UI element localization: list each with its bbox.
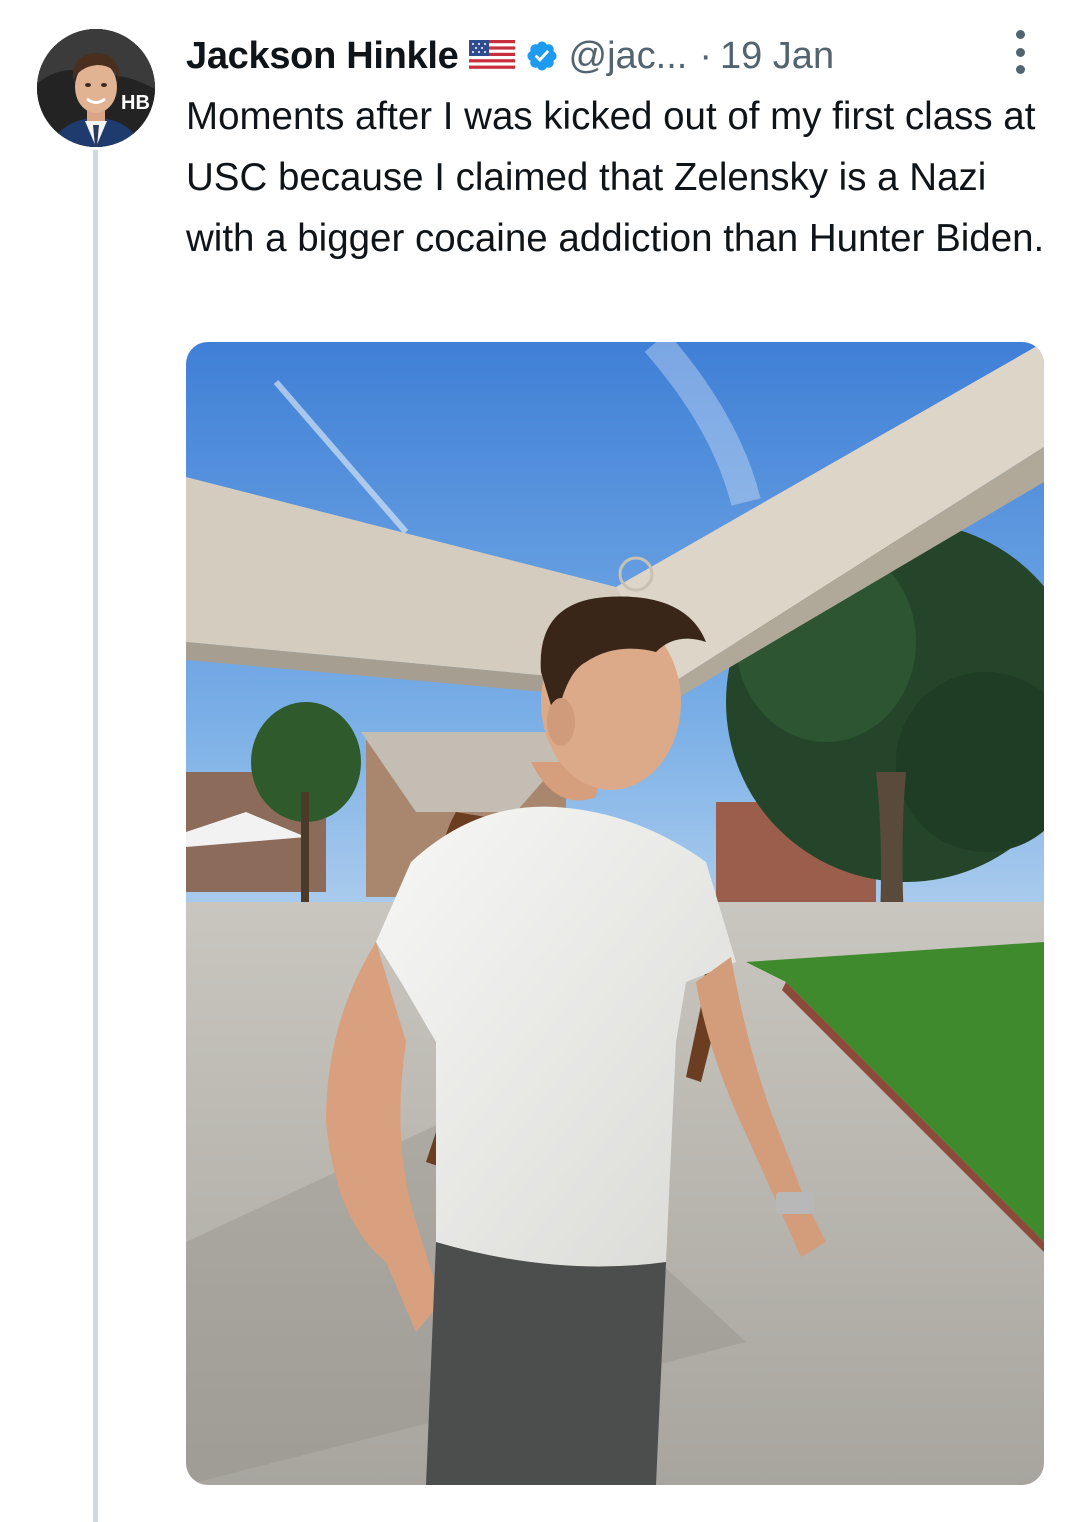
thread-line (93, 150, 98, 1522)
avatar-image: HB (37, 29, 155, 147)
more-dot (1015, 47, 1025, 57)
verified-badge-icon[interactable] (525, 39, 559, 73)
photo-illustration (186, 342, 1044, 1485)
tweet-date[interactable]: 19 Jan (720, 35, 834, 78)
more-options-icon[interactable] (1008, 30, 1032, 74)
tweet-text: Moments after I was kicked out of my fir… (186, 95, 1045, 260)
author-name[interactable]: Jackson Hinkle (186, 35, 459, 78)
more-dot (1015, 65, 1025, 74)
more-dot (1015, 30, 1025, 39)
avatar-text: HB (121, 92, 150, 114)
tweet-photo[interactable] (186, 342, 1044, 1485)
tweet-header: Jackson Hinkle @jac... · 19 Jan (186, 28, 834, 84)
avatar[interactable]: HB (37, 29, 155, 147)
author-handle[interactable]: @jac... (569, 35, 688, 78)
separator-dot: · (699, 34, 712, 77)
us-flag-icon (468, 40, 515, 72)
